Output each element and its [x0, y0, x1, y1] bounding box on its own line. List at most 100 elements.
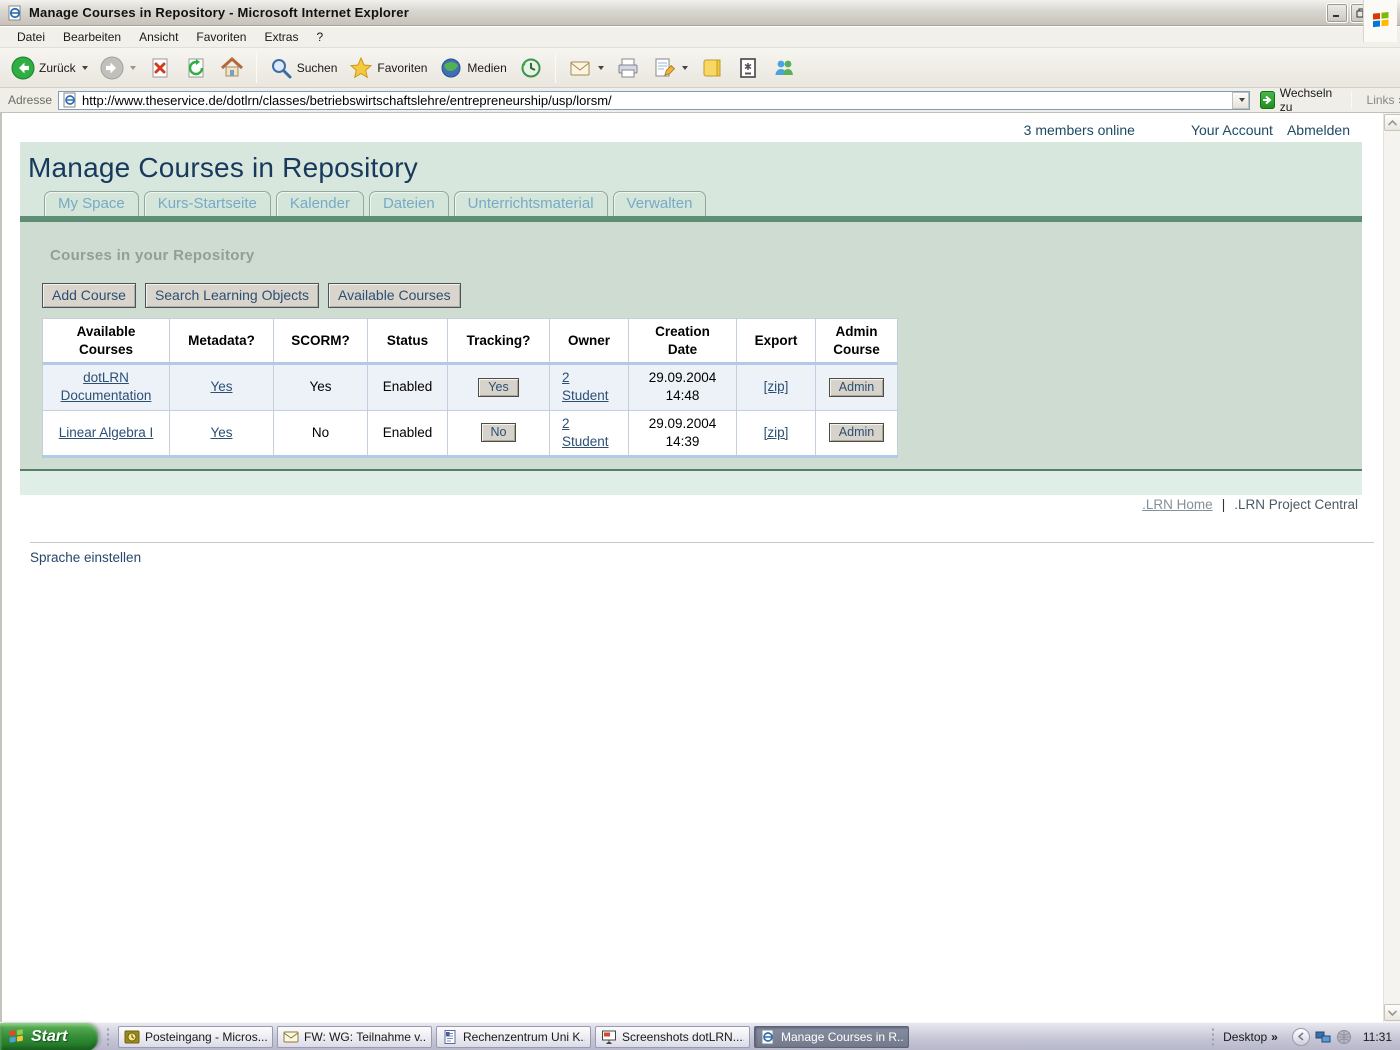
print-button[interactable] [611, 53, 645, 83]
edit-icon [652, 56, 676, 80]
creation-date: 29.09.2004 [635, 415, 730, 433]
metadata-link[interactable]: Yes [210, 425, 232, 440]
tab-unterrichtsmaterial[interactable]: Unterrichtsmaterial [454, 191, 608, 216]
export-zip-link[interactable]: [zip] [764, 379, 789, 394]
menu-favoriten[interactable]: Favoriten [187, 28, 255, 46]
title-bar: Manage Courses in Repository - Microsoft… [0, 0, 1400, 26]
taskbar-grip[interactable] [106, 1027, 110, 1047]
forward-button[interactable] [95, 53, 141, 83]
tab-verwalten[interactable]: Verwalten [613, 191, 707, 216]
desktop-toolbar[interactable]: Desktop [1223, 1030, 1278, 1044]
refresh-button[interactable] [179, 53, 213, 83]
metadata-link[interactable]: Yes [210, 379, 232, 394]
back-button[interactable]: Zurück [6, 53, 93, 83]
go-arrow-icon [1260, 91, 1275, 109]
favorites-button[interactable]: Favoriten [344, 53, 432, 83]
menu-hilfe[interactable]: ? [307, 28, 332, 46]
address-input[interactable] [82, 93, 1232, 108]
search-button[interactable]: Suchen [264, 53, 343, 83]
table-row: dotLRN Documentation Yes Yes Enabled Yes… [43, 364, 898, 410]
discuss-button[interactable] [695, 53, 729, 83]
taskbar-right: Desktop 11:31 [1203, 1027, 1400, 1047]
start-button[interactable]: Start [0, 1023, 98, 1050]
media-label: Medien [467, 61, 506, 75]
available-courses-button[interactable]: Available Courses [328, 283, 461, 308]
export-zip-link[interactable]: [zip] [764, 425, 789, 440]
refresh-icon [184, 56, 208, 80]
address-label: Adresse [6, 93, 52, 107]
tracking-button[interactable]: No [481, 423, 517, 442]
address-field[interactable] [58, 91, 1250, 110]
logout-link[interactable]: Abmelden [1287, 122, 1350, 138]
vertical-scrollbar[interactable] [1383, 113, 1400, 1022]
messenger-button[interactable] [767, 53, 801, 83]
tab-kurs-startseite[interactable]: Kurs-Startseite [144, 191, 271, 216]
go-button[interactable]: Wechseln zu [1256, 85, 1339, 115]
admin-button[interactable]: Admin [829, 423, 884, 442]
page-header-area: Manage Courses in Repository My Space Ku… [20, 142, 1362, 216]
browser-viewport: 3 members online Your Account Abmelden M… [0, 113, 1400, 1022]
search-icon [269, 56, 293, 80]
links-toolbar[interactable]: Links [1363, 93, 1400, 107]
tab-dateien[interactable]: Dateien [369, 191, 449, 216]
creation-time: 14:39 [635, 433, 730, 451]
scroll-up-button[interactable] [1384, 114, 1400, 131]
col-tracking: Tracking? [448, 319, 550, 364]
edit-dropdown-icon[interactable] [682, 66, 688, 70]
lrn-project-central-link[interactable]: .LRN Project Central [1234, 497, 1358, 512]
creation-time: 14:48 [635, 387, 730, 405]
taskbar-button-mail[interactable]: FW: WG: Teilnahme v... [277, 1026, 432, 1048]
taskbar-button-label: Screenshots dotLRN.... [622, 1030, 744, 1044]
owner-link[interactable]: 2 Student [562, 369, 616, 405]
back-dropdown-icon[interactable] [82, 66, 88, 70]
mail-button[interactable] [563, 53, 609, 83]
stop-button[interactable] [143, 53, 177, 83]
col-admin-course: Admin Course [816, 319, 898, 364]
taskbar-button-manage-courses[interactable]: Manage Courses in R... [754, 1026, 909, 1048]
lrn-home-link[interactable]: .LRN Home [1142, 497, 1213, 512]
menu-ansicht[interactable]: Ansicht [130, 28, 187, 46]
update-icon[interactable] [1336, 1029, 1352, 1045]
edit-button[interactable] [647, 53, 693, 83]
search-learning-objects-button[interactable]: Search Learning Objects [145, 283, 319, 308]
home-button[interactable] [215, 53, 249, 83]
history-button[interactable] [514, 53, 548, 83]
start-label: Start [31, 1028, 67, 1046]
scorm-value: Yes [274, 364, 368, 410]
taskbar-button-screenshots[interactable]: Screenshots dotLRN.... [595, 1026, 750, 1048]
system-tray: 11:31 [1292, 1028, 1400, 1046]
taskbar-button-rechenzentrum[interactable]: Rechenzentrum Uni K... [436, 1026, 591, 1048]
mail-dropdown-icon[interactable] [598, 66, 604, 70]
desktop-chevron-icon[interactable] [1271, 1030, 1278, 1044]
minimize-button[interactable] [1326, 3, 1348, 23]
language-settings-link[interactable]: Sprache einstellen [30, 550, 141, 565]
admin-button[interactable]: Admin [829, 378, 884, 397]
command-button[interactable] [731, 53, 765, 83]
toolbar-separator [256, 53, 257, 83]
your-account-link[interactable]: Your Account [1191, 122, 1273, 138]
owner-link[interactable]: 2 Student [562, 415, 616, 451]
course-link[interactable]: Linear Algebra I [59, 425, 154, 440]
document-icon [442, 1029, 458, 1045]
tracking-button[interactable]: Yes [478, 378, 518, 397]
menu-datei[interactable]: Datei [8, 28, 54, 46]
media-button[interactable]: Medien [434, 53, 511, 83]
taskbar-button-posteingang[interactable]: Posteingang - Micros... [118, 1026, 273, 1048]
window-title: Manage Courses in Repository - Microsoft… [29, 5, 409, 20]
tab-kalender[interactable]: Kalender [276, 191, 364, 216]
messenger-icon [772, 56, 796, 80]
tab-my-space[interactable]: My Space [44, 191, 139, 216]
print-icon [616, 56, 640, 80]
tray-collapse-button[interactable] [1292, 1028, 1310, 1046]
mail-message-icon [283, 1029, 299, 1045]
forward-dropdown-icon[interactable] [130, 66, 136, 70]
menu-extras[interactable]: Extras [255, 28, 307, 46]
course-link[interactable]: dotLRN Documentation [61, 370, 152, 403]
add-course-button[interactable]: Add Course [42, 283, 136, 308]
taskbar-grip[interactable] [1211, 1027, 1215, 1047]
address-dropdown-icon[interactable] [1232, 92, 1249, 109]
scroll-down-button[interactable] [1384, 1004, 1400, 1021]
taskbar-button-label: Manage Courses in R... [781, 1030, 903, 1044]
menu-bearbeiten[interactable]: Bearbeiten [54, 28, 130, 46]
network-icon[interactable] [1315, 1029, 1331, 1045]
